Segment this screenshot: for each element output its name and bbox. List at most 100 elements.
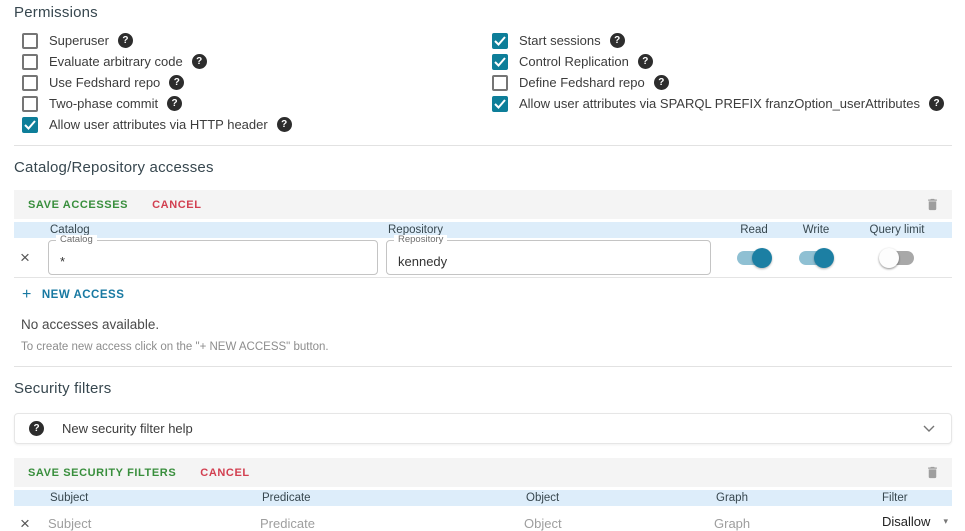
- graph-input[interactable]: [714, 511, 869, 531]
- accesses-table-header: Catalog Repository Read Write Query limi…: [14, 222, 952, 238]
- security-filter-row: × Disallow ▾: [14, 506, 952, 531]
- permission-eval-code: Evaluate arbitrary code ?: [14, 51, 484, 72]
- select-arrow-icon: ▾: [943, 516, 948, 526]
- help-icon[interactable]: ?: [609, 33, 625, 48]
- read-toggle[interactable]: [736, 247, 772, 268]
- help-icon: ?: [29, 421, 44, 436]
- write-toggle-cell: [790, 247, 842, 268]
- subject-cell: [48, 511, 260, 531]
- header-object: Object: [526, 492, 560, 504]
- repository-field-wrap: Repository: [386, 235, 718, 275]
- permissions-title: Permissions: [14, 4, 98, 21]
- help-icon[interactable]: ?: [637, 54, 653, 69]
- catalog-field-wrap: Catalog: [48, 235, 386, 275]
- delete-filter-row-icon[interactable]: ×: [14, 515, 48, 531]
- permission-start-sessions: Start sessions ?: [484, 30, 944, 51]
- permission-label: Control Replication: [519, 54, 629, 69]
- write-toggle[interactable]: [798, 247, 834, 268]
- help-icon[interactable]: ?: [191, 54, 207, 69]
- permissions-column-right: Start sessions ? Control Replication ? D…: [484, 30, 945, 135]
- permission-label: Two-phase commit: [49, 96, 159, 111]
- help-icon[interactable]: ?: [117, 33, 133, 48]
- user-permissions-page: Permissions Superuser ? Evaluate arbitra…: [0, 0, 965, 531]
- security-filter-help-accordion[interactable]: ? New security filter help: [14, 413, 952, 444]
- checkbox-superuser[interactable]: [22, 32, 38, 49]
- save-accesses-button[interactable]: SAVE ACCESSES: [28, 199, 128, 211]
- filter-select[interactable]: Disallow ▾: [880, 513, 950, 531]
- permission-label: Superuser: [49, 33, 109, 48]
- accesses-title: Catalog/Repository accesses: [14, 159, 214, 176]
- catalog-input[interactable]: [48, 240, 378, 275]
- help-icon[interactable]: ?: [929, 96, 945, 111]
- query-limit-toggle-cell: [842, 247, 952, 268]
- catalog-field-label: Catalog: [56, 235, 97, 245]
- access-row: × Catalog Repository: [14, 235, 952, 278]
- chevron-down-icon[interactable]: [923, 420, 935, 438]
- predicate-input[interactable]: [260, 511, 504, 531]
- trash-icon[interactable]: [925, 196, 940, 213]
- header-filter: Filter: [882, 492, 908, 504]
- help-icon[interactable]: ?: [169, 75, 185, 90]
- header-read: Read: [740, 224, 768, 236]
- object-cell: [524, 511, 714, 531]
- section-divider: [14, 366, 952, 367]
- checkbox-http-header-attrs[interactable]: [22, 116, 38, 133]
- filter-select-value: Disallow: [882, 514, 931, 529]
- header-query-limit: Query limit: [869, 224, 925, 236]
- cancel-security-filters-button[interactable]: CANCEL: [200, 467, 249, 479]
- checkbox-sparql-prefix-attrs[interactable]: [492, 95, 508, 112]
- accesses-toolbar: SAVE ACCESSES CANCEL: [14, 190, 952, 219]
- no-accesses-text: No accesses available.: [21, 317, 160, 332]
- security-filters-table-header: Subject Predicate Object Graph Filter: [14, 490, 952, 506]
- save-security-filters-button[interactable]: SAVE SECURITY FILTERS: [28, 467, 176, 479]
- header-predicate: Predicate: [262, 492, 311, 504]
- predicate-cell: [260, 511, 524, 531]
- permission-define-fedshard: Define Fedshard repo ?: [484, 72, 944, 93]
- permission-http-header-attrs: Allow user attributes via HTTP header ?: [14, 114, 484, 135]
- permission-label: Use Fedshard repo: [49, 75, 161, 90]
- checkbox-define-fedshard[interactable]: [492, 74, 508, 91]
- header-subject: Subject: [50, 492, 89, 504]
- permission-label: Evaluate arbitrary code: [49, 54, 183, 69]
- checkbox-two-phase-commit[interactable]: [22, 95, 38, 112]
- permission-label: Define Fedshard repo: [519, 75, 645, 90]
- object-input[interactable]: [524, 511, 702, 531]
- filter-cell: Disallow ▾: [880, 513, 952, 531]
- header-write: Write: [802, 224, 830, 236]
- new-access-label: NEW ACCESS: [41, 289, 125, 301]
- repository-input[interactable]: [386, 240, 711, 275]
- permission-two-phase-commit: Two-phase commit ?: [14, 93, 484, 114]
- permission-control-replication: Control Replication ?: [484, 51, 944, 72]
- permission-label: Allow user attributes via SPARQL PREFIX …: [519, 96, 921, 111]
- permission-use-fedshard: Use Fedshard repo ?: [14, 72, 484, 93]
- permissions-columns: Superuser ? Evaluate arbitrary code ? Us…: [14, 30, 952, 135]
- new-access-button[interactable]: + NEW ACCESS: [22, 287, 124, 303]
- help-icon[interactable]: ?: [276, 117, 292, 132]
- help-icon[interactable]: ?: [653, 75, 669, 90]
- subject-input[interactable]: [48, 511, 252, 531]
- security-filters-toolbar: SAVE SECURITY FILTERS CANCEL: [14, 458, 952, 487]
- query-limit-toggle[interactable]: [879, 247, 915, 268]
- checkbox-use-fedshard[interactable]: [22, 74, 38, 91]
- permission-superuser: Superuser ?: [14, 30, 484, 51]
- plus-icon: +: [22, 286, 32, 303]
- graph-cell: [714, 511, 880, 531]
- delete-access-row-icon[interactable]: ×: [14, 249, 48, 266]
- checkbox-start-sessions[interactable]: [492, 32, 508, 49]
- checkbox-control-replication[interactable]: [492, 53, 508, 70]
- header-graph: Graph: [716, 492, 748, 504]
- cancel-accesses-button[interactable]: CANCEL: [152, 199, 201, 211]
- help-icon[interactable]: ?: [167, 96, 183, 111]
- permission-sparql-prefix-attrs: Allow user attributes via SPARQL PREFIX …: [484, 93, 945, 114]
- checkbox-eval-code[interactable]: [22, 53, 38, 70]
- help-accordion-label: New security filter help: [62, 421, 193, 436]
- no-accesses-hint: To create new access click on the "+ NEW…: [21, 341, 329, 353]
- security-filters-title: Security filters: [14, 380, 112, 397]
- permissions-column-left: Superuser ? Evaluate arbitrary code ? Us…: [14, 30, 484, 135]
- read-toggle-cell: [718, 247, 790, 268]
- permission-label: Start sessions: [519, 33, 601, 48]
- permission-label: Allow user attributes via HTTP header: [49, 117, 268, 132]
- trash-icon[interactable]: [925, 464, 940, 481]
- header-catalog: Catalog: [50, 224, 90, 236]
- repository-field-label: Repository: [394, 235, 448, 245]
